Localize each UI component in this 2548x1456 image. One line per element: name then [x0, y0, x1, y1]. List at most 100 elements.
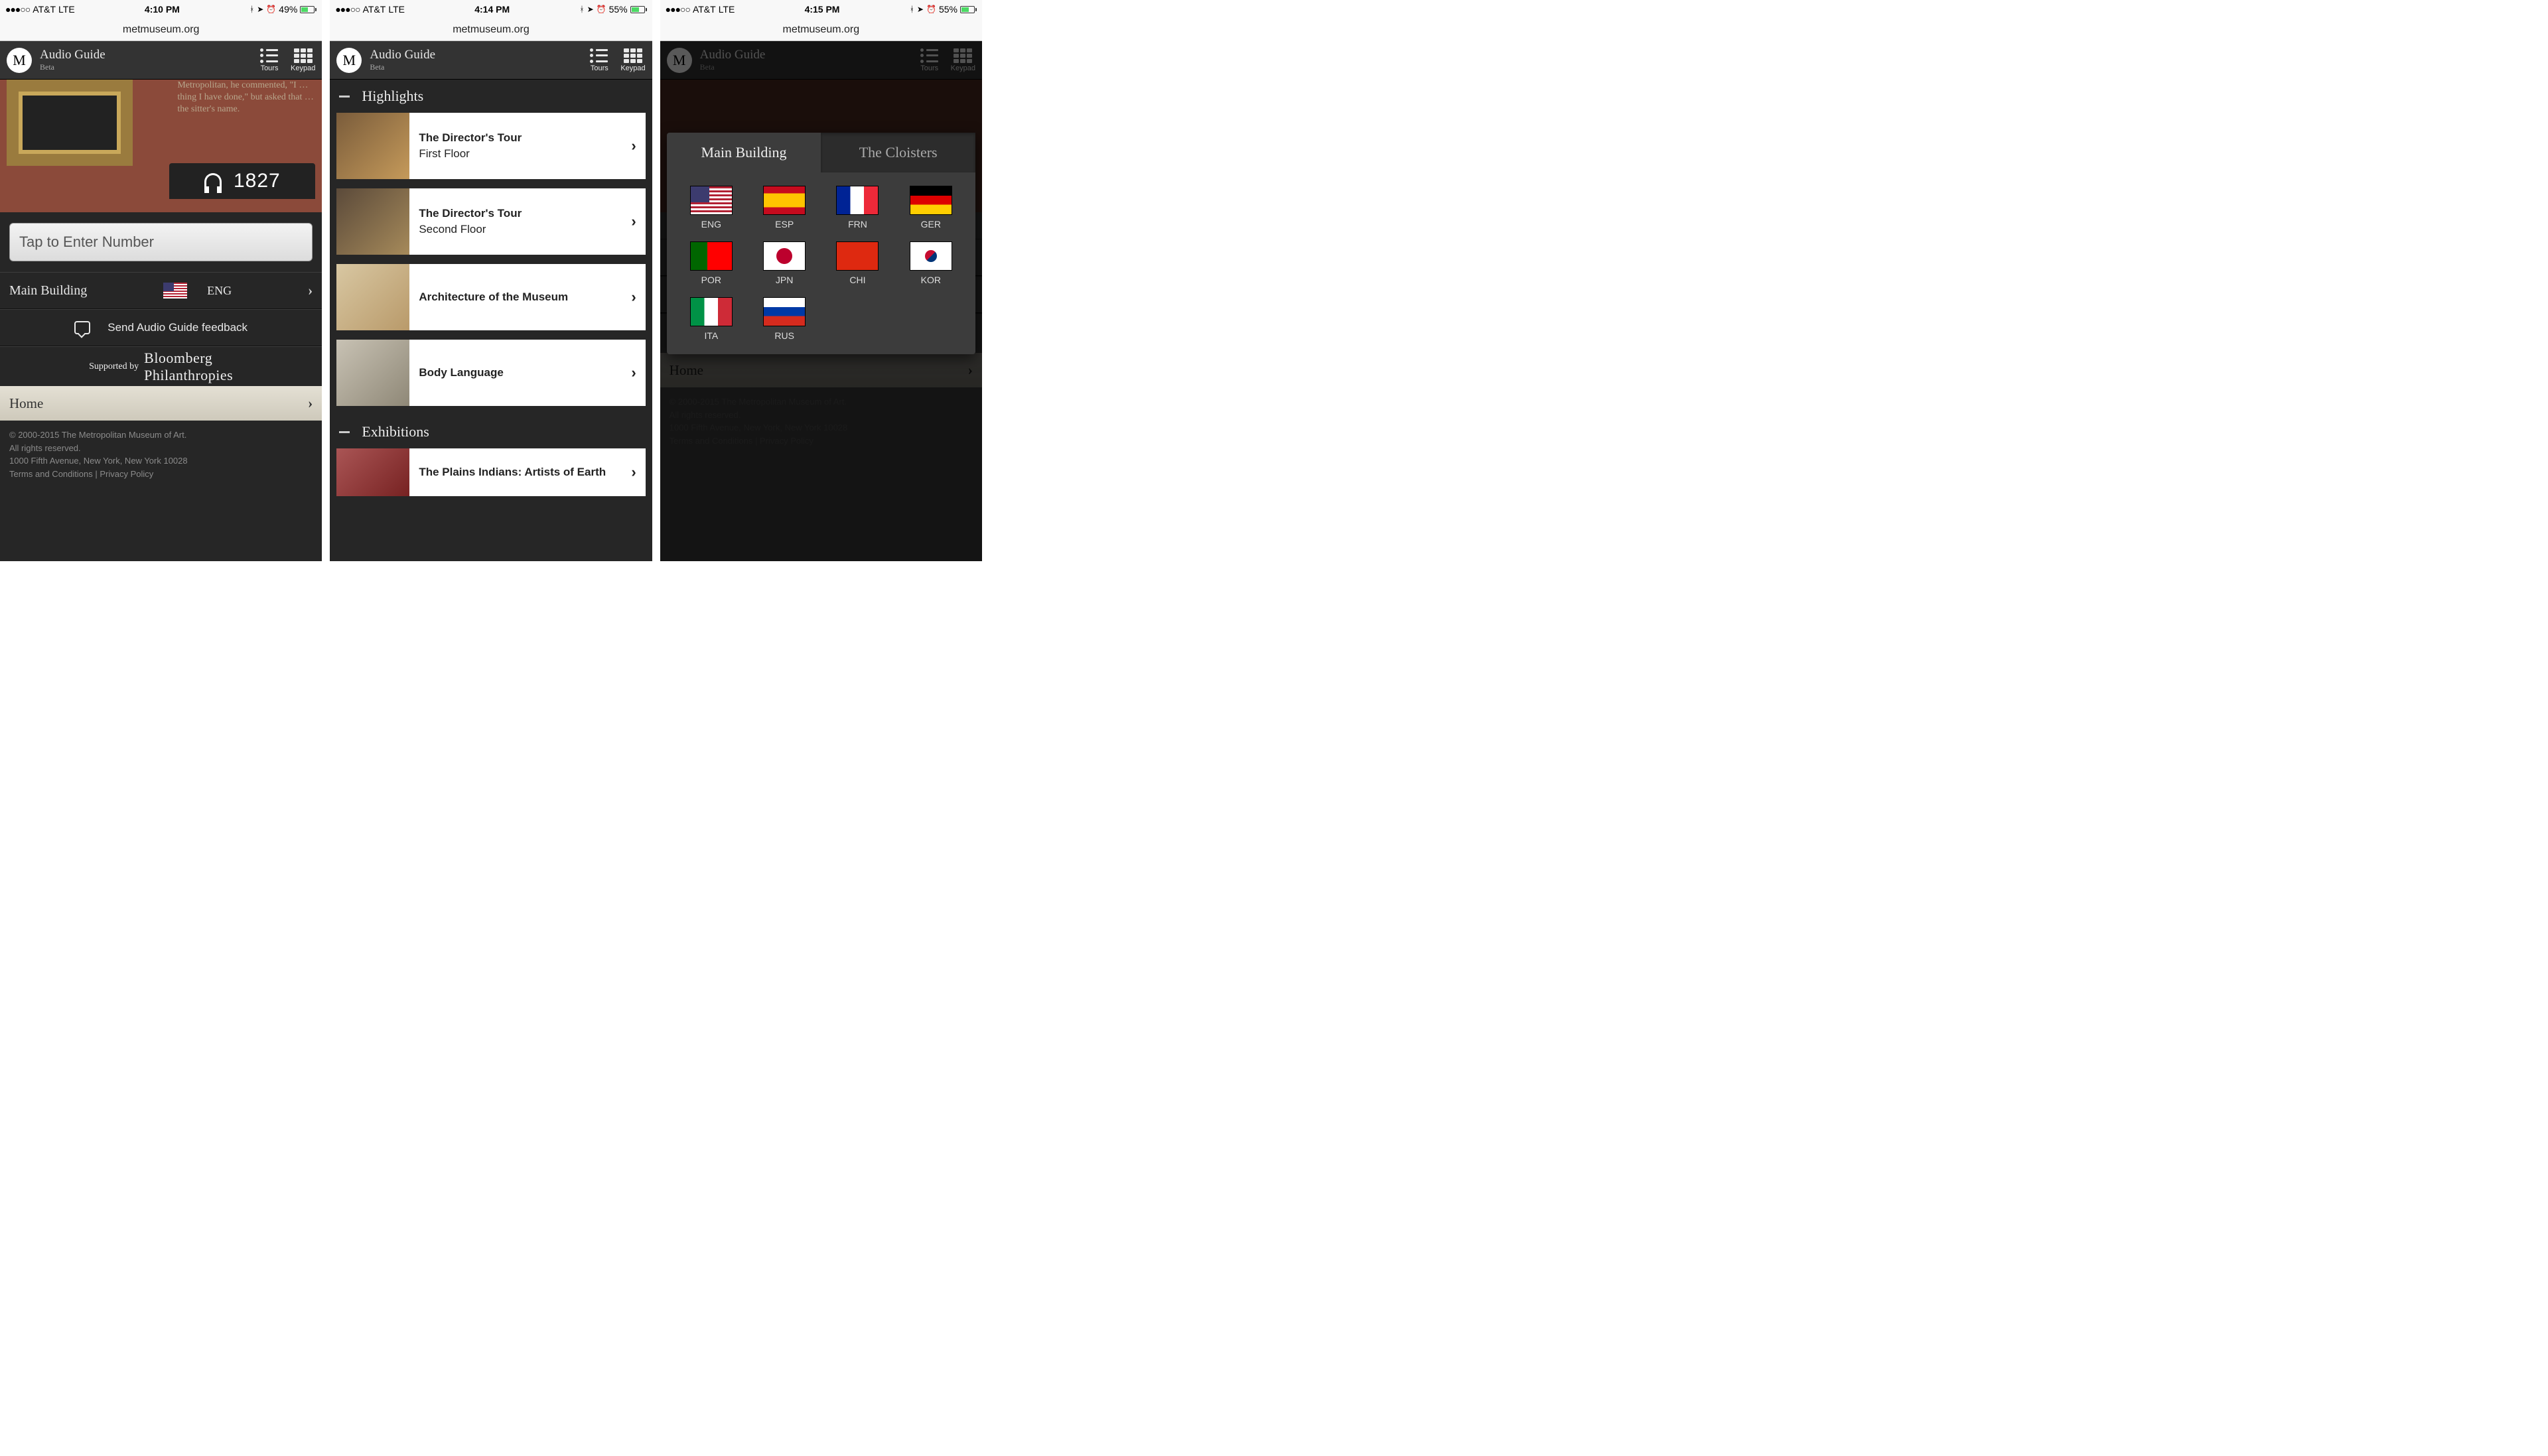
tour-item[interactable]: The Director's TourSecond Floor › [336, 188, 645, 255]
section-exhibitions[interactable]: Exhibitions [330, 415, 652, 448]
bluetooth-icon: ᚼ [249, 5, 254, 14]
flag-jp-icon [763, 241, 806, 271]
tour-thumbnail [336, 188, 409, 255]
keypad-button: Keypad [951, 48, 975, 72]
tour-thumbnail [336, 448, 409, 496]
number-input[interactable]: Tap to Enter Number [9, 223, 313, 261]
lang-option-esp[interactable]: ESP [752, 186, 817, 230]
app-subtitle: Beta [40, 62, 106, 72]
bluetooth-icon: ᚼ [579, 5, 584, 14]
chevron-right-icon: › [631, 137, 636, 155]
bluetooth-icon: ᚼ [910, 5, 914, 14]
flag-us-icon [690, 186, 733, 215]
building-label: Main Building [9, 283, 87, 298]
met-logo-icon: M [667, 48, 692, 73]
phone-screen-2: ●●●○○ AT&T LTE 4:14 PM ᚼ ➤ ⏰ 55% metmuse… [330, 0, 652, 561]
chevron-right-icon: › [308, 395, 313, 412]
location-icon: ➤ [587, 5, 594, 14]
speech-bubble-icon [74, 321, 90, 334]
tab-main-building[interactable]: Main Building [667, 133, 821, 172]
app-header: M Audio Guide Beta Tours Keypad [330, 41, 652, 80]
headphones-icon [204, 173, 222, 189]
list-icon [590, 48, 608, 63]
keypad-button[interactable]: Keypad [620, 48, 645, 72]
terms-link[interactable]: Terms and Conditions [9, 469, 93, 479]
tour-item[interactable]: Architecture of the Museum › [336, 264, 645, 330]
status-bar: ●●●○○ AT&T LTE 4:10 PM ᚼ ➤ ⏰ 49% [0, 0, 322, 19]
chevron-right-icon: › [631, 213, 636, 230]
carrier: AT&T [33, 4, 56, 15]
browser-url-bar[interactable]: metmuseum.org [0, 19, 322, 41]
browser-url-bar[interactable]: metmuseum.org [330, 19, 652, 41]
browser-url-bar[interactable]: metmuseum.org [660, 19, 982, 41]
tour-thumbnail [336, 264, 409, 330]
keypad-icon [624, 48, 642, 63]
battery-pct: 49% [279, 4, 297, 15]
signal-dots-icon: ●●●○○ [666, 4, 690, 15]
collapse-icon [339, 431, 350, 433]
signal-dots-icon: ●●●○○ [335, 4, 360, 15]
tour-item[interactable]: Body Language › [336, 340, 645, 406]
flag-cn-icon [836, 241, 879, 271]
painting-frame [7, 80, 133, 166]
flag-fr-icon [836, 186, 879, 215]
flag-ru-icon [763, 297, 806, 326]
flag-kr-icon [910, 241, 952, 271]
lang-option-rus[interactable]: RUS [752, 297, 817, 341]
audio-badge[interactable]: 1827 [169, 163, 315, 199]
lang-option-frn[interactable]: FRN [825, 186, 890, 230]
list-icon [920, 48, 939, 63]
app-title: Audio Guide [40, 48, 106, 62]
hero-caption: Metropolitan, he commented, "I … thing I… [177, 80, 317, 116]
language-code: ENG [207, 284, 232, 298]
flag-pt-icon [690, 241, 733, 271]
status-bar: ●●●○○ AT&T LTE 4:15 PM ᚼ ➤ ⏰ 55% [660, 0, 982, 19]
content: M› Supported byPhilanthropies Home› © 20… [660, 80, 982, 561]
alarm-icon: ⏰ [266, 5, 276, 14]
feedback-row[interactable]: Send Audio Guide feedback [0, 309, 322, 346]
tours-button: Tours [920, 48, 939, 72]
lang-option-ger[interactable]: GER [898, 186, 963, 230]
tab-cloisters[interactable]: The Cloisters [821, 133, 975, 172]
keypad-button[interactable]: Keypad [291, 48, 315, 72]
tour-item[interactable]: The Director's TourFirst Floor › [336, 113, 645, 179]
met-logo-icon[interactable]: M [7, 48, 32, 73]
tours-button[interactable]: Tours [590, 48, 608, 72]
tour-item[interactable]: The Plains Indians: Artists of Earth › [336, 448, 645, 496]
content[interactable]: Highlights The Director's TourFirst Floo… [330, 80, 652, 561]
building-language-row[interactable]: Main Building ENG › [0, 272, 322, 309]
legal-footer: © 2000-2015 The Metropolitan Museum of A… [0, 421, 322, 494]
status-bar: ●●●○○ AT&T LTE 4:14 PM ᚼ ➤ ⏰ 55% [330, 0, 652, 19]
lang-option-chi[interactable]: CHI [825, 241, 890, 285]
flag-es-icon [763, 186, 806, 215]
tour-thumbnail [336, 113, 409, 179]
home-row[interactable]: Home › [0, 386, 322, 421]
chevron-right-icon: › [308, 282, 313, 299]
collapse-icon [339, 96, 350, 98]
privacy-link[interactable]: Privacy Policy [100, 469, 153, 479]
app-header: M Audio Guide Beta Tours Keypad [660, 41, 982, 80]
flag-de-icon [910, 186, 952, 215]
section-highlights[interactable]: Highlights [330, 80, 652, 113]
lang-option-por[interactable]: POR [679, 241, 744, 285]
alarm-icon: ⏰ [597, 5, 606, 14]
location-icon: ➤ [917, 5, 924, 14]
audio-number: 1827 [234, 170, 281, 192]
tour-thumbnail [336, 340, 409, 406]
lang-option-eng[interactable]: ENG [679, 186, 744, 230]
alarm-icon: ⏰ [926, 5, 936, 14]
battery-icon [960, 6, 977, 13]
battery-icon [300, 6, 317, 13]
hero-image: Metropolitan, he commented, "I … thing I… [0, 80, 322, 212]
signal-dots-icon: ●●●○○ [5, 4, 30, 15]
lang-option-kor[interactable]: KOR [898, 241, 963, 285]
sponsor-row: Supported by BloombergPhilanthropies [0, 346, 322, 386]
met-logo-icon[interactable]: M [336, 48, 362, 73]
tours-button[interactable]: Tours [260, 48, 279, 72]
location-icon: ➤ [257, 5, 263, 14]
language-popup: Main Building The Cloisters ENG ESP FRN … [667, 133, 975, 354]
lang-option-ita[interactable]: ITA [679, 297, 744, 341]
network: LTE [58, 4, 75, 15]
lang-option-jpn[interactable]: JPN [752, 241, 817, 285]
flag-us-icon [163, 283, 187, 298]
